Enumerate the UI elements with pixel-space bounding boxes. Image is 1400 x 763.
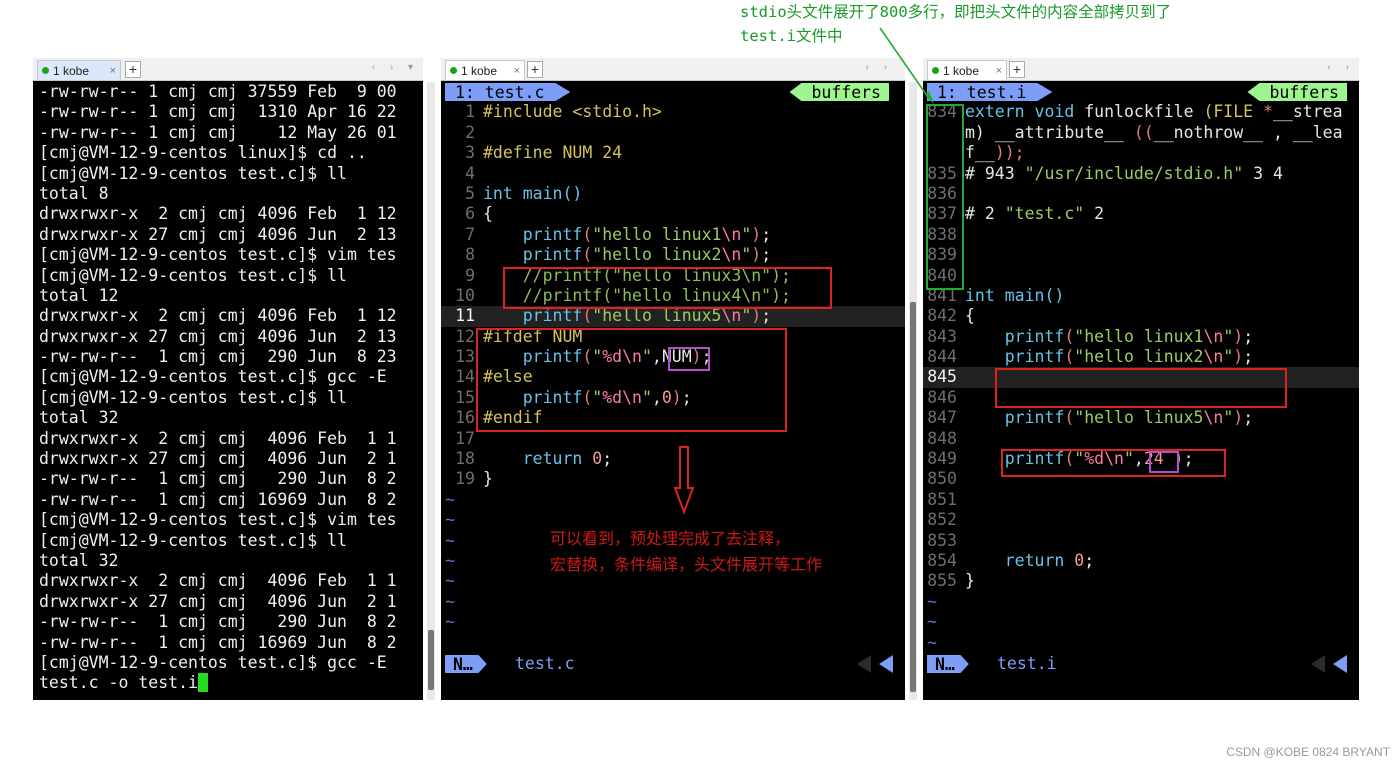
terminal-line: [cmj@VM-12-9-centos test.c]$ ll: [39, 163, 347, 183]
vim-empty-line-tilde: ~: [445, 612, 455, 632]
new-tab-button[interactable]: +: [1009, 61, 1025, 78]
vim-empty-line-tilde: ~: [445, 591, 455, 611]
watermark: CSDN @KOBE 0824 BRYANT: [1226, 745, 1390, 759]
close-icon[interactable]: ×: [110, 65, 116, 77]
vim-empty-line-tilde: ~: [927, 632, 937, 652]
terminal-line: drwxrwxr-x 2 cmj cmj 4096 Feb 1 1: [39, 571, 397, 591]
highlight-box-ifdef: [476, 328, 787, 432]
tab-label: 1 kobe: [943, 63, 980, 78]
scrollbar[interactable]: [427, 82, 435, 700]
tab-nav-arrows-icon[interactable]: ‹ › ▾: [372, 62, 419, 73]
terminal-line: -rw-rw-r-- 1 cmj cmj 16969 Jun 8 2: [39, 632, 397, 652]
cursor-line: 11 printf("hello linux5\n");: [441, 306, 905, 327]
vim-statusline: N… test.i: [923, 654, 1359, 675]
terminal-line: drwxrwxr-x 2 cmj cmj 4096 Feb 1 12: [39, 306, 397, 326]
terminal-line: -rw-rw-r-- 1 cmj cmj 290 Jun 8 2: [39, 612, 397, 632]
terminal-line: [cmj@VM-12-9-centos test.c]$ vim tes: [39, 245, 397, 265]
terminal-line: drwxrwxr-x 27 cmj cmj 4096 Jun 2 13: [39, 224, 397, 244]
tab-label: 1 kobe: [461, 63, 498, 78]
highlight-box-header-lines: [926, 104, 964, 290]
vim-buffer-tab[interactable]: 1: test.c: [445, 83, 571, 101]
terminal-input-text: test.c -o test.i: [39, 673, 198, 693]
vim-mode-indicator: N…: [445, 655, 487, 673]
vim-empty-line-tilde: ~: [445, 489, 455, 509]
vim-buffers-label: buffers: [1247, 83, 1347, 101]
terminal-line: drwxrwxr-x 2 cmj cmj 4096 Feb 1 1: [39, 428, 397, 448]
status-separator-icon: [857, 655, 871, 673]
terminal-line: total 32: [39, 550, 119, 570]
vim-tabline: 1: test.c buffers: [441, 82, 905, 103]
tab-nav-arrows-icon[interactable]: ‹ ›: [866, 62, 893, 73]
terminal-line: [cmj@VM-12-9-centos test.c]$ ll: [39, 265, 347, 285]
terminal-input-line[interactable]: test.c -o test.i: [33, 673, 423, 693]
vim-statusline: N… test.c: [441, 654, 905, 675]
terminal-line: -rw-rw-r-- 1 cmj cmj 16969 Jun 8 2: [39, 489, 397, 509]
terminal-output[interactable]: -rw-rw-r-- 1 cmj cmj 37559 Feb 9 00 -rw-r…: [33, 82, 423, 700]
highlight-box-removed-comments: [995, 368, 1287, 408]
terminal-line: drwxrwxr-x 2 cmj cmj 4096 Feb 1 12: [39, 204, 397, 224]
scrollbar[interactable]: [909, 82, 917, 700]
vim-buffers-label: buffers: [789, 83, 889, 101]
terminal-line: -rw-rw-r-- 1 cmj cmj 290 Jun 8 2: [39, 469, 397, 489]
highlight-box-comments: [503, 267, 832, 309]
highlight-box-num-value: [1149, 451, 1179, 473]
tab-kobe[interactable]: 1 kobe ×: [37, 60, 121, 80]
connected-dot-icon: [42, 67, 49, 74]
terminal-line: [cmj@VM-12-9-centos test.c]$ ll: [39, 387, 347, 407]
status-separator-icon: [1311, 655, 1325, 673]
vim-empty-line-tilde: ~: [927, 612, 937, 632]
terminal-line: -rw-rw-r-- 1 cmj cmj 37559 Feb 9 00: [39, 82, 397, 101]
new-tab-button[interactable]: +: [527, 61, 543, 78]
terminal-line: [cmj@VM-12-9-centos test.c]$ gcc -E: [39, 652, 387, 672]
terminal-line: drwxrwxr-x 27 cmj cmj 4096 Jun 2 1: [39, 591, 397, 611]
terminal-cursor: [197, 673, 208, 693]
vim-status-filename: test.i: [997, 654, 1057, 673]
terminal-line: [cmj@VM-12-9-centos test.c]$ gcc -E: [39, 367, 387, 387]
vim-empty-line-tilde: ~: [927, 591, 937, 611]
new-tab-button[interactable]: +: [125, 61, 141, 78]
terminal-line: total 12: [39, 285, 119, 305]
terminal-line: -rw-rw-r-- 1 cmj cmj 12 May 26 01: [39, 122, 397, 142]
status-arrow-icon: [1333, 655, 1347, 673]
vim-tabline: 1: test.i buffers: [923, 82, 1359, 103]
tab-bar: 1 kobe × + ‹ ›: [923, 58, 1359, 81]
terminal-line: -rw-rw-r-- 1 cmj cmj 1310 Apr 16 22: [39, 102, 397, 122]
tab-bar: 1 kobe × + ‹ ›: [441, 58, 905, 81]
annotation-preprocess-summary: 可以看到，预处理完成了去注释， 宏替换，条件编译，头文件展开等工作: [550, 529, 823, 574]
vim-buffer-tab[interactable]: 1: test.i: [927, 83, 1053, 101]
status-arrow-icon: [879, 655, 893, 673]
terminal-line: [cmj@VM-12-9-centos linux]$ cd ..: [39, 143, 367, 163]
terminal-line: drwxrwxr-x 27 cmj cmj 4096 Jun 2 1: [39, 449, 397, 469]
tab-label: 1 kobe: [53, 63, 90, 78]
annotation-header-expanded: stdio头文件展开了800多行，即把头文件的内容全部拷贝到了 test.i文件…: [740, 3, 1172, 45]
terminal-pane-shell[interactable]: 1 kobe × + ‹ › ▾ -rw-rw-r-- 1 cmj cmj 37…: [33, 58, 423, 700]
terminal-line: [cmj@VM-12-9-centos test.c]$ ll: [39, 530, 347, 550]
close-icon[interactable]: ×: [514, 65, 520, 77]
highlight-box-replaced-printf: [1001, 449, 1226, 477]
close-icon[interactable]: ×: [996, 65, 1002, 77]
connected-dot-icon: [450, 67, 457, 74]
tab-bar: 1 kobe × + ‹ › ▾: [33, 58, 423, 81]
tab-nav-arrows-icon[interactable]: ‹ ›: [1328, 62, 1355, 73]
tab-kobe[interactable]: 1 kobe ×: [445, 60, 525, 80]
terminal-line: total 32: [39, 408, 119, 428]
tab-kobe[interactable]: 1 kobe ×: [927, 60, 1007, 80]
terminal-line: [cmj@VM-12-9-centos test.c]$ vim tes: [39, 510, 397, 530]
terminal-line: drwxrwxr-x 27 cmj cmj 4096 Jun 2 13: [39, 326, 397, 346]
terminal-line: -rw-rw-r-- 1 cmj cmj 290 Jun 8 23: [39, 347, 397, 367]
terminal-line: total 8: [39, 183, 109, 203]
vim-mode-indicator: N…: [927, 655, 969, 673]
vim-status-filename: test.c: [515, 654, 575, 673]
highlight-box-num-macro: [668, 347, 710, 371]
connected-dot-icon: [932, 67, 939, 74]
